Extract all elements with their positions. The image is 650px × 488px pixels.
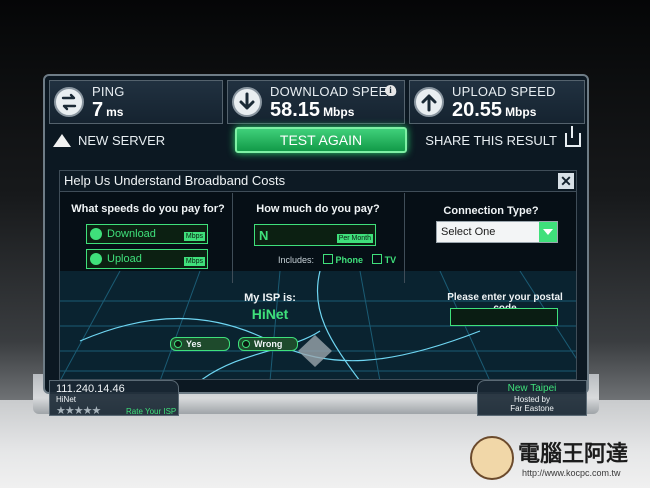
- cost-question: How much do you pay?: [256, 203, 380, 215]
- connection-type-select[interactable]: Select One: [436, 221, 558, 243]
- connection-type-value: Select One: [441, 226, 496, 238]
- client-info-box: 111.240.14.46 HiNet ★★★★★ Rate Your ISP: [49, 380, 179, 417]
- isp-yes-label: Yes: [186, 339, 202, 349]
- watermark: 電腦王阿達 http://www.kocpc.com.tw: [470, 432, 646, 486]
- download-input-unit: Mbps: [183, 232, 205, 241]
- upload-input-unit: Mbps: [183, 257, 205, 266]
- upload-arrow-icon: [414, 87, 444, 117]
- isp-yes-button[interactable]: Yes: [170, 337, 230, 351]
- column-divider: [404, 193, 405, 283]
- watermark-url: http://www.kocpc.com.tw: [522, 468, 621, 478]
- download-label: DOWNLOAD SPEED: [270, 84, 398, 99]
- tv-checkbox-label: TV: [384, 255, 397, 265]
- postal-code-input[interactable]: [450, 308, 558, 326]
- ping-label: PING: [92, 84, 125, 99]
- share-icon: [565, 126, 581, 147]
- server-hosted-by: Hosted by: [513, 395, 551, 404]
- isp-name: HiNet: [251, 306, 289, 322]
- chevron-down-icon: [539, 222, 557, 242]
- download-speed-input[interactable]: Download Mbps: [86, 224, 208, 244]
- download-small-icon: [90, 228, 102, 240]
- ping-stat: PING 7 ms: [49, 80, 223, 124]
- upload-input-placeholder: Upload: [107, 253, 142, 265]
- action-row: NEW SERVER TEST AGAIN SHARE THIS RESULT: [49, 126, 587, 156]
- ping-unit: ms: [106, 105, 124, 119]
- isp-wrong-button[interactable]: Wrong: [238, 337, 298, 351]
- connection-question: Connection Type?: [443, 205, 539, 217]
- download-unit: Mbps: [323, 105, 355, 119]
- tv-checkbox[interactable]: [371, 254, 382, 264]
- radio-dot-icon: [174, 340, 182, 348]
- upload-value-line: 20.55 Mbps: [452, 99, 536, 122]
- speeds-question: What speeds do you pay for?: [71, 203, 225, 215]
- watermark-text: 電腦王阿達: [518, 442, 629, 467]
- ping-icon: [54, 87, 84, 117]
- upload-value: 20.55: [452, 99, 503, 121]
- client-ip: 111.240.14.46: [56, 383, 125, 395]
- download-input-placeholder: Download: [107, 228, 156, 240]
- panel-title: Help Us Understand Broadband Costs: [64, 173, 286, 188]
- isp-question: My ISP is:: [244, 292, 296, 304]
- upload-speed-input[interactable]: Upload Mbps: [86, 249, 208, 269]
- phone-checkbox-label: Phone: [335, 255, 364, 265]
- ping-value: 7: [92, 99, 104, 121]
- upload-small-icon: [90, 253, 102, 265]
- close-button[interactable]: ✕: [558, 173, 574, 189]
- speedtest-device: PING 7 ms DOWNLOAD SPEED i 58.15 Mbps UPLO…: [33, 74, 599, 424]
- new-server-button[interactable]: NEW SERVER: [53, 133, 165, 148]
- isp-wrong-label: Wrong: [254, 339, 283, 349]
- phone-checkbox[interactable]: [322, 254, 333, 264]
- mascot-face-icon: [470, 436, 514, 480]
- ping-value-line: 7 ms: [92, 99, 123, 122]
- device-screen: PING 7 ms DOWNLOAD SPEED i 58.15 Mbps UPLO…: [43, 74, 589, 417]
- speedtest-scene: PING 7 ms DOWNLOAD SPEED i 58.15 Mbps UPLO…: [0, 0, 650, 488]
- cost-input-unit: Per Month: [336, 234, 373, 243]
- includes-label: Includes:: [278, 255, 315, 265]
- client-isp: HiNet: [56, 395, 77, 404]
- test-again-button[interactable]: TEST AGAIN: [235, 127, 407, 153]
- download-value-line: 58.15 Mbps: [270, 99, 354, 122]
- share-label: SHARE THIS RESULT: [425, 133, 557, 148]
- upload-unit: Mbps: [505, 105, 537, 119]
- rate-isp-label[interactable]: Rate Your ISP: [126, 407, 176, 416]
- download-value: 58.15: [270, 99, 321, 121]
- radio-dot-icon: [242, 340, 250, 348]
- server-city: New Taipei: [507, 383, 557, 394]
- server-host: Far Eastone: [510, 404, 554, 413]
- column-divider: [232, 193, 233, 283]
- cost-input-value: N: [259, 228, 269, 243]
- upload-label: UPLOAD SPEED: [452, 84, 556, 99]
- triangle-up-icon: [53, 134, 71, 147]
- download-stat: DOWNLOAD SPEED i 58.15 Mbps: [227, 80, 405, 124]
- server-info-box[interactable]: New Taipei Hosted by Far Eastone: [477, 380, 587, 416]
- cost-input[interactable]: N Per Month: [254, 224, 376, 246]
- panel-header: Help Us Understand Broadband Costs ✕: [60, 171, 576, 192]
- upload-stat: UPLOAD SPEED 20.55 Mbps: [409, 80, 585, 124]
- includes-row: Includes: Phone TV: [278, 254, 396, 265]
- rating-stars-icon[interactable]: ★★★★★: [56, 404, 101, 417]
- broadband-costs-panel: Help Us Understand Broadband Costs ✕ Wha…: [59, 170, 577, 380]
- info-icon[interactable]: i: [385, 85, 396, 96]
- share-button[interactable]: SHARE THIS RESULT: [425, 126, 581, 148]
- download-arrow-icon: [232, 87, 262, 117]
- new-server-label: NEW SERVER: [78, 133, 166, 148]
